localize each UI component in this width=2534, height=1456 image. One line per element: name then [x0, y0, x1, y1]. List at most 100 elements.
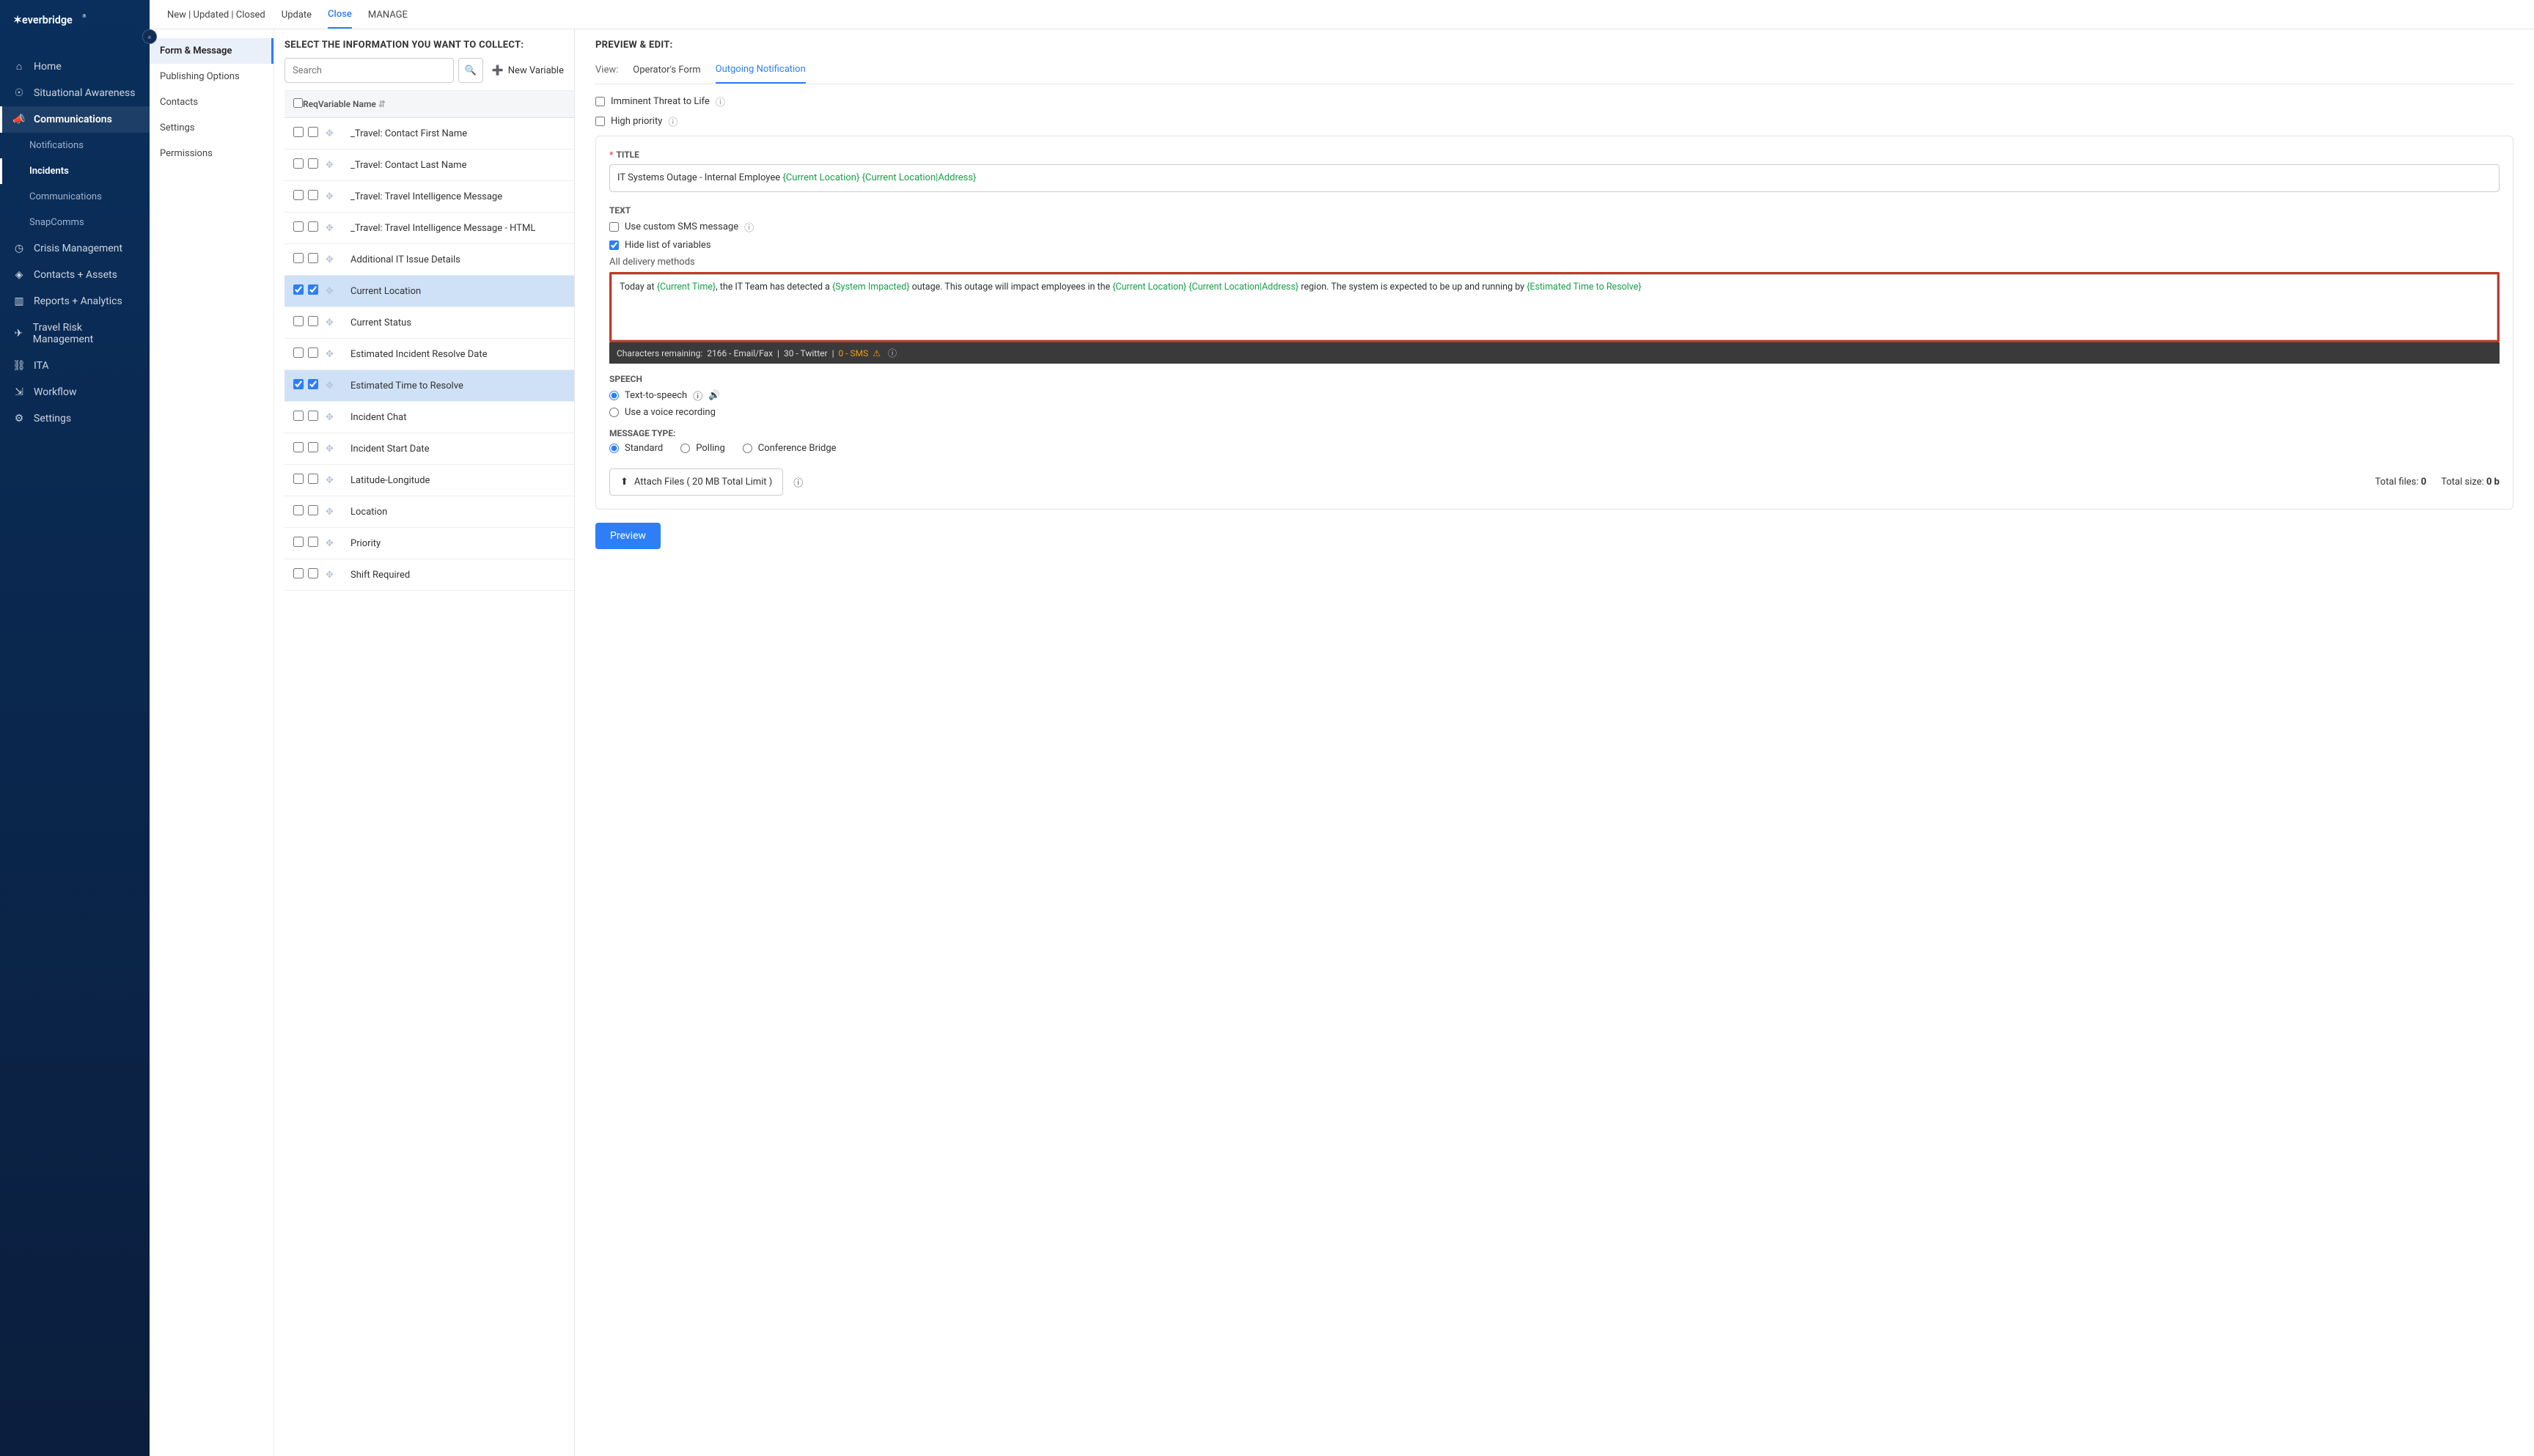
drag-handle-icon[interactable]: ✥: [326, 254, 350, 265]
nav-travel-risk[interactable]: ✈Travel Risk Management: [0, 315, 150, 353]
section-settings[interactable]: Settings: [150, 115, 273, 141]
variable-required-checkbox[interactable]: [308, 537, 318, 547]
variable-required-checkbox[interactable]: [308, 221, 318, 232]
section-permissions[interactable]: Permissions: [150, 141, 273, 166]
sidebar-collapse-button[interactable]: «: [142, 29, 157, 44]
variable-row[interactable]: ✥Current Location: [284, 276, 574, 307]
variable-include-checkbox[interactable]: [293, 568, 304, 578]
info-icon[interactable]: ⓘ: [693, 389, 702, 402]
custom-sms-checkbox[interactable]: [609, 222, 619, 232]
drag-handle-icon[interactable]: ✥: [326, 570, 350, 581]
variable-row[interactable]: ✥Additional IT Issue Details: [284, 244, 574, 276]
variable-include-checkbox[interactable]: [293, 505, 304, 515]
variable-include-checkbox[interactable]: [293, 127, 304, 137]
variable-required-checkbox[interactable]: [308, 379, 318, 389]
variable-include-checkbox[interactable]: [293, 284, 304, 295]
nav-snapcomms[interactable]: SnapComms: [0, 210, 150, 235]
info-icon[interactable]: ⓘ: [668, 114, 677, 128]
variable-include-checkbox[interactable]: [293, 474, 304, 484]
audio-icon[interactable]: 🔊: [708, 390, 720, 401]
drag-handle-icon[interactable]: ✥: [326, 380, 350, 391]
tab-manage[interactable]: MANAGE: [368, 10, 408, 28]
new-variable-button[interactable]: ➕New Variable: [492, 65, 564, 76]
variable-required-checkbox[interactable]: [308, 284, 318, 295]
drag-handle-icon[interactable]: ✥: [326, 475, 350, 486]
msg-type-polling-radio[interactable]: [680, 444, 690, 453]
msg-type-conference-radio[interactable]: [743, 444, 752, 453]
info-icon[interactable]: ⓘ: [888, 347, 897, 359]
variable-row[interactable]: ✥Estimated Time to Resolve: [284, 370, 574, 402]
msg-type-standard-radio[interactable]: [609, 444, 619, 453]
drag-handle-icon[interactable]: ✥: [326, 160, 350, 171]
hide-variables-checkbox[interactable]: [609, 240, 619, 250]
variable-include-checkbox[interactable]: [293, 379, 304, 389]
variable-required-checkbox[interactable]: [308, 253, 318, 263]
nav-incidents[interactable]: Incidents: [0, 158, 150, 184]
tab-new-updated-closed[interactable]: New | Updated | Closed: [167, 10, 265, 28]
view-operators-form[interactable]: Operator's Form: [633, 65, 700, 83]
tab-update[interactable]: Update: [282, 10, 312, 28]
variable-include-checkbox[interactable]: [293, 348, 304, 358]
section-publishing-options[interactable]: Publishing Options: [150, 64, 273, 89]
nav-settings[interactable]: ⚙Settings: [0, 405, 150, 432]
preview-button[interactable]: Preview: [595, 523, 661, 549]
view-outgoing-notification[interactable]: Outgoing Notification: [716, 64, 806, 84]
drag-handle-icon[interactable]: ✥: [326, 191, 350, 202]
variable-row[interactable]: ✥Location: [284, 496, 574, 528]
nav-reports-analytics[interactable]: ▥Reports + Analytics: [0, 288, 150, 315]
nav-notifications[interactable]: Notifications: [0, 133, 150, 158]
variable-row[interactable]: ✥Estimated Incident Resolve Date: [284, 339, 574, 370]
drag-handle-icon[interactable]: ✥: [326, 538, 350, 549]
variable-row[interactable]: ✥Shift Required: [284, 559, 574, 591]
variable-include-checkbox[interactable]: [293, 316, 304, 326]
imminent-threat-checkbox[interactable]: [595, 97, 605, 106]
drag-handle-icon[interactable]: ✥: [326, 128, 350, 139]
nav-situational-awareness[interactable]: ☉Situational Awareness: [0, 80, 150, 106]
nav-workflow[interactable]: ⇲Workflow: [0, 379, 150, 405]
variable-include-checkbox[interactable]: [293, 411, 304, 421]
select-all-checkbox[interactable]: [293, 98, 303, 108]
search-input[interactable]: [284, 58, 454, 83]
variable-required-checkbox[interactable]: [308, 411, 318, 421]
variable-required-checkbox[interactable]: [308, 127, 318, 137]
variable-row[interactable]: ✥Current Status: [284, 307, 574, 339]
col-variable-name[interactable]: Variable Name ⇵: [318, 99, 386, 109]
variable-required-checkbox[interactable]: [308, 348, 318, 358]
drag-handle-icon[interactable]: ✥: [326, 349, 350, 360]
message-body-input[interactable]: Today at {Current Time}, the IT Team has…: [612, 274, 2497, 340]
variable-required-checkbox[interactable]: [308, 316, 318, 326]
voice-recording-radio[interactable]: [609, 408, 619, 417]
nav-home[interactable]: ⌂Home: [0, 53, 150, 80]
info-icon[interactable]: ⓘ: [716, 95, 725, 109]
attach-files-button[interactable]: ⬆Attach Files ( 20 MB Total Limit ): [609, 468, 783, 496]
col-req[interactable]: Req: [303, 99, 318, 109]
drag-handle-icon[interactable]: ✥: [326, 223, 350, 234]
variable-row[interactable]: ✥Priority: [284, 528, 574, 559]
variable-row[interactable]: ✥_Travel: Travel Intelligence Message - …: [284, 213, 574, 244]
section-contacts[interactable]: Contacts: [150, 89, 273, 115]
nav-crisis-management[interactable]: ◷Crisis Management: [0, 235, 150, 262]
high-priority-checkbox[interactable]: [595, 117, 605, 126]
info-icon[interactable]: ⓘ: [793, 475, 803, 489]
variable-include-checkbox[interactable]: [293, 190, 304, 200]
drag-handle-icon[interactable]: ✥: [326, 317, 350, 328]
drag-handle-icon[interactable]: ✥: [326, 286, 350, 297]
tts-radio[interactable]: [609, 391, 619, 400]
variable-include-checkbox[interactable]: [293, 158, 304, 169]
variable-include-checkbox[interactable]: [293, 537, 304, 547]
variable-include-checkbox[interactable]: [293, 442, 304, 452]
variable-required-checkbox[interactable]: [308, 190, 318, 200]
drag-handle-icon[interactable]: ✥: [326, 507, 350, 518]
variable-row[interactable]: ✥Incident Start Date: [284, 433, 574, 465]
variable-required-checkbox[interactable]: [308, 442, 318, 452]
variable-row[interactable]: ✥_Travel: Contact First Name: [284, 118, 574, 150]
variable-row[interactable]: ✥Latitude-Longitude: [284, 465, 574, 496]
variable-row[interactable]: ✥_Travel: Travel Intelligence Message: [284, 181, 574, 213]
variable-include-checkbox[interactable]: [293, 253, 304, 263]
nav-communications-sub[interactable]: Communications: [0, 184, 150, 210]
nav-communications[interactable]: 📣Communications: [0, 106, 150, 133]
drag-handle-icon[interactable]: ✥: [326, 412, 350, 423]
nav-contacts-assets[interactable]: ◈Contacts + Assets: [0, 262, 150, 288]
nav-ita[interactable]: ⛓ITA: [0, 353, 150, 379]
variable-required-checkbox[interactable]: [308, 474, 318, 484]
